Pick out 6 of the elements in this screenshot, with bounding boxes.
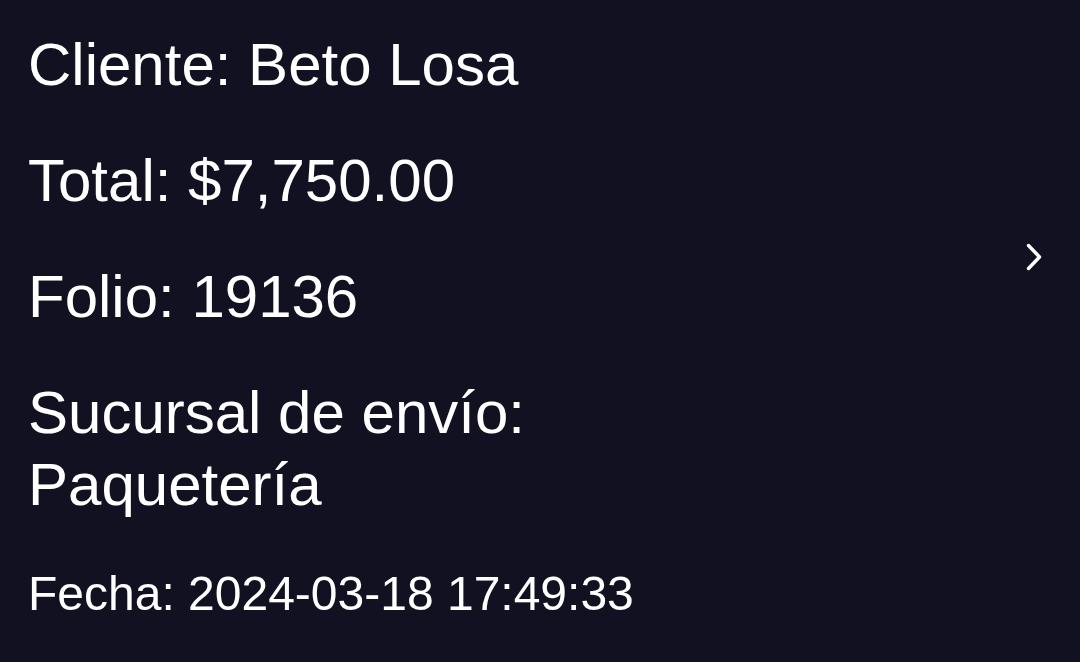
- date-text: Fecha: 2024-03-18 17:49:33: [28, 566, 635, 622]
- chevron-right-icon: [1026, 243, 1042, 271]
- total-text: Total: $7,750.00: [28, 146, 456, 216]
- folio-text: Folio: 19136: [28, 262, 360, 332]
- client-text: Cliente: Beto Losa: [28, 30, 520, 100]
- shipping-branch-text: Sucursal de envío: Paquetería: [28, 378, 526, 520]
